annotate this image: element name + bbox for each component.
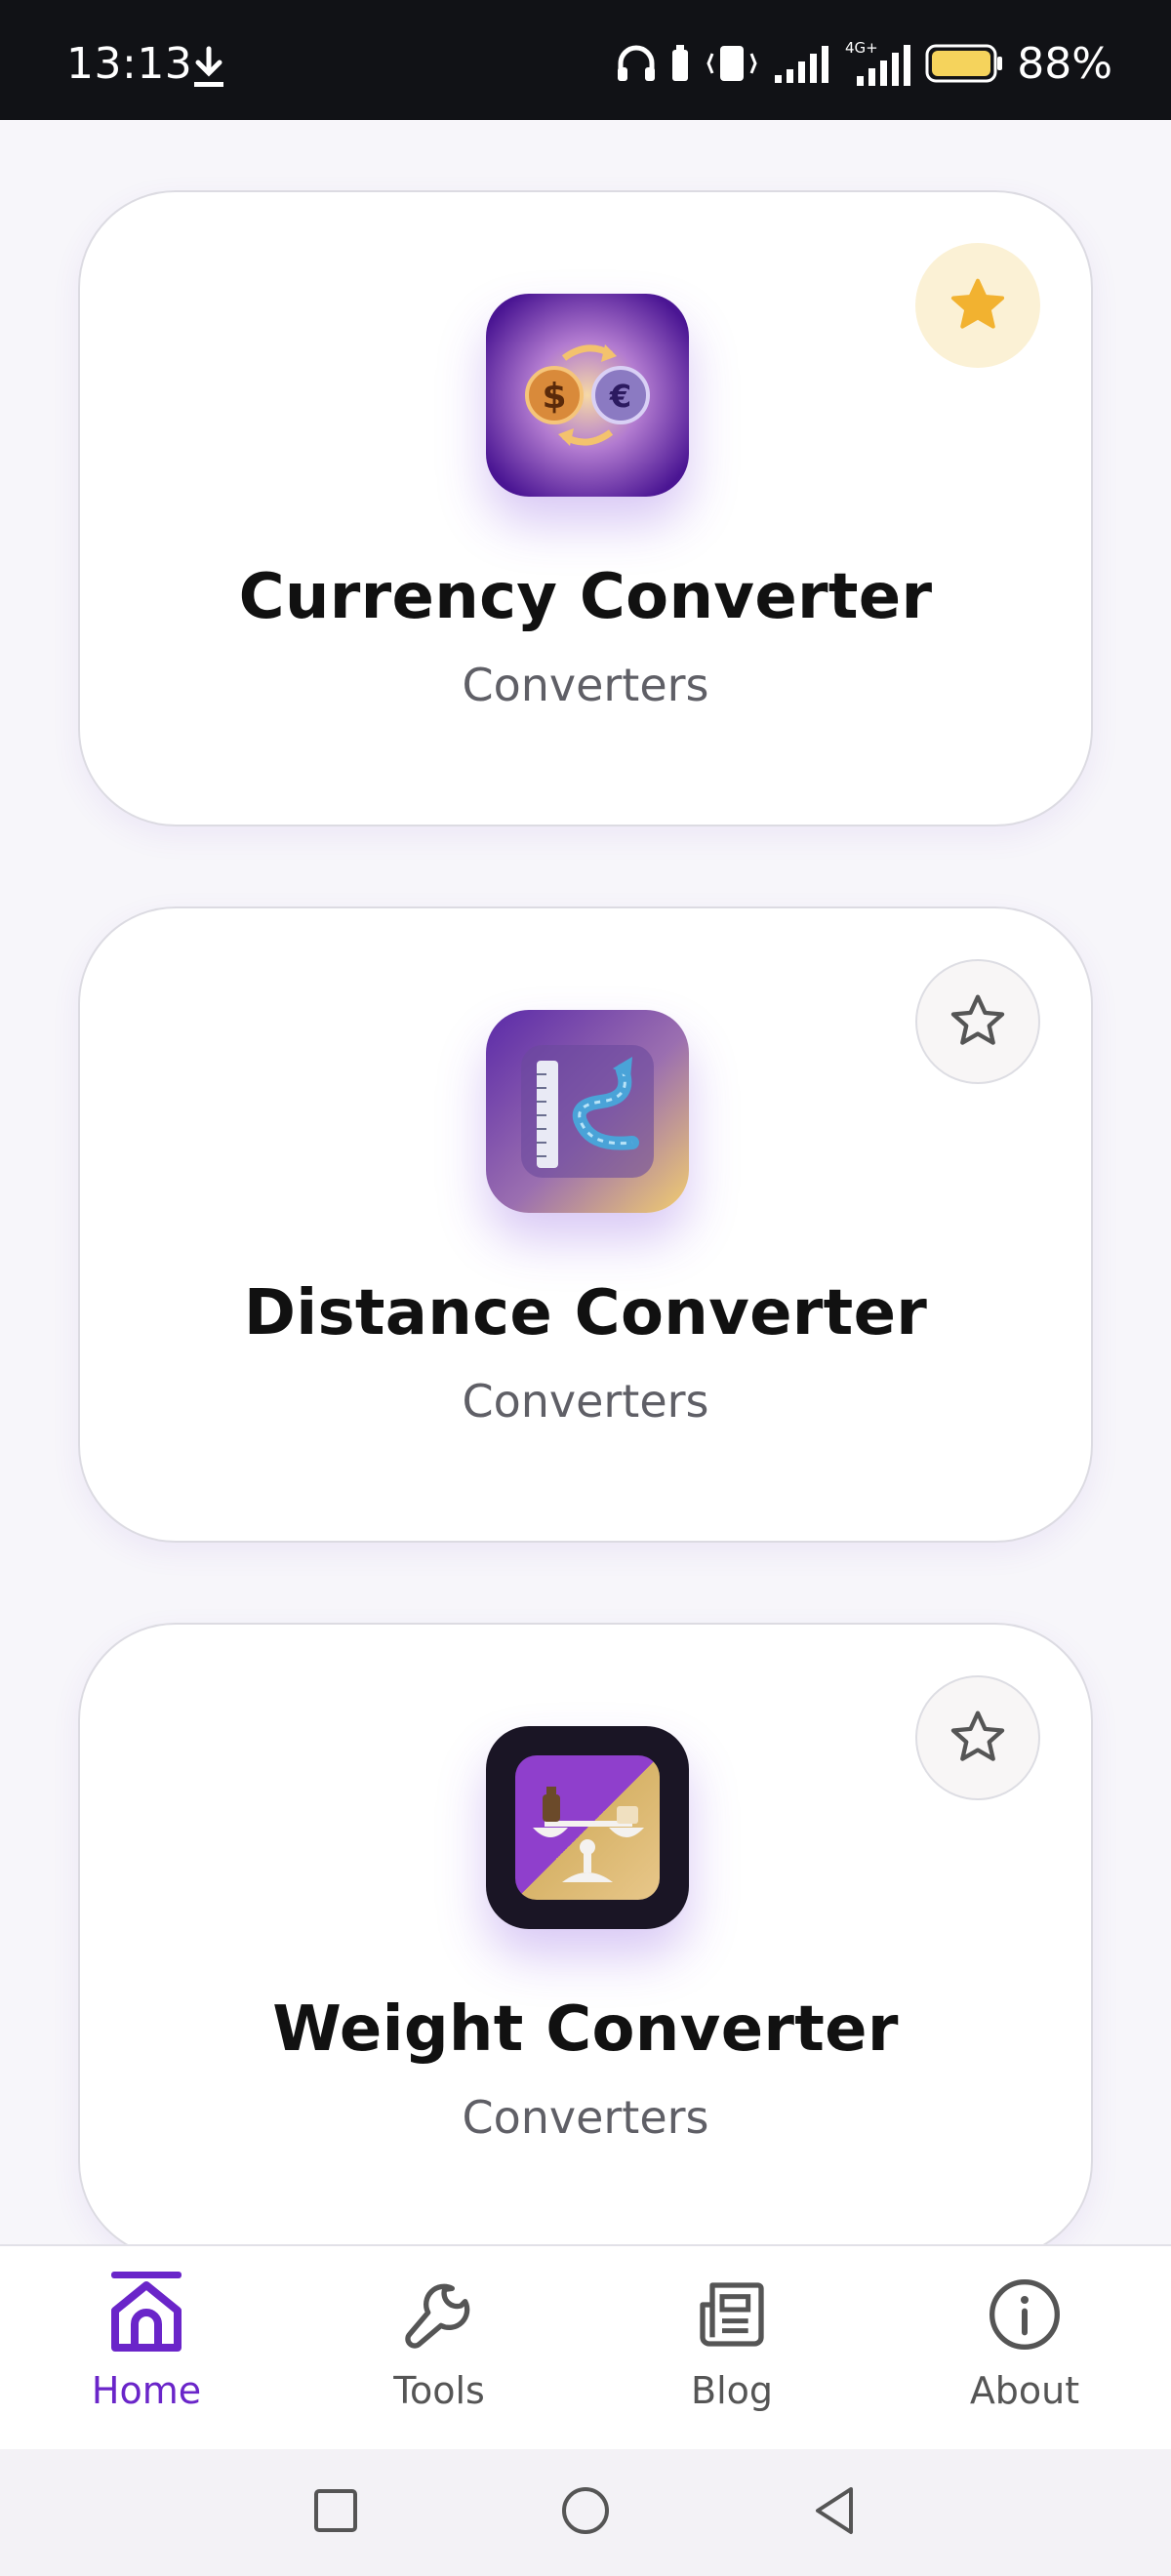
nav-label: About [969, 2369, 1080, 2412]
home-system-button[interactable] [558, 2483, 613, 2538]
status-icons: 4G+ 88% [615, 38, 1112, 89]
tool-card-currency-converter[interactable]: $ € Currency Converter Converters [78, 190, 1093, 826]
status-bar: 13:13 4G+ 88% [0, 0, 1171, 120]
tool-card-distance-converter[interactable]: Distance Converter Converters [78, 906, 1093, 1543]
currency-converter-icon: $ € [486, 294, 689, 497]
tool-card-weight-converter[interactable]: Weight Converter Converters [78, 1623, 1093, 2244]
star-outline-icon [950, 1711, 1005, 1761]
weight-converter-icon [486, 1726, 689, 1929]
tool-title: Weight Converter [272, 1993, 899, 2066]
nav-item-blog[interactable]: Blog [586, 2246, 878, 2451]
signal-4g-icon: 4G+ [845, 39, 911, 86]
headphones-icon [618, 45, 656, 81]
wrench-icon [405, 2283, 470, 2349]
favorite-button[interactable] [915, 959, 1040, 1084]
svg-text:$: $ [542, 377, 566, 417]
favorite-button[interactable] [915, 243, 1040, 368]
signal-icon [775, 46, 829, 83]
recents-button[interactable] [308, 2483, 363, 2538]
svg-text:€: € [609, 378, 631, 415]
earbud-battery-icon [672, 45, 689, 81]
home-icon [111, 2272, 182, 2352]
nav-item-about[interactable]: About [878, 2246, 1171, 2451]
battery-icon [925, 44, 1003, 83]
tool-list: $ € Currency Converter Converters Distan… [0, 120, 1171, 2244]
tool-category: Converters [462, 2091, 709, 2144]
bottom-navigation: Home Tools Blog About [0, 2244, 1171, 2449]
favorite-button[interactable] [915, 1675, 1040, 1800]
newspaper-icon [700, 2282, 764, 2347]
tool-category: Converters [462, 659, 709, 711]
nav-label: Tools [393, 2369, 485, 2412]
tool-title: Currency Converter [238, 561, 933, 633]
vibrate-icon [707, 46, 757, 81]
nav-label: Blog [691, 2369, 773, 2412]
info-icon [989, 2279, 1060, 2350]
app-screen: 13:13 4G+ 88% $ € Currency Converter Con… [0, 0, 1171, 2576]
nav-item-tools[interactable]: Tools [293, 2246, 586, 2451]
battery-percent: 88% [1017, 38, 1112, 89]
back-button[interactable] [808, 2483, 863, 2538]
nav-label: Home [91, 2369, 202, 2412]
status-time: 13:13 [66, 39, 193, 89]
star-filled-icon [950, 278, 1005, 329]
network-type-label: 4G+ [845, 39, 878, 57]
download-icon [194, 46, 223, 87]
tool-category: Converters [462, 1375, 709, 1428]
distance-converter-icon [486, 1010, 689, 1213]
nav-item-home[interactable]: Home [0, 2246, 293, 2451]
star-outline-icon [950, 994, 1005, 1045]
system-navigation-bar [0, 2449, 1171, 2576]
tool-title: Distance Converter [243, 1277, 928, 1349]
